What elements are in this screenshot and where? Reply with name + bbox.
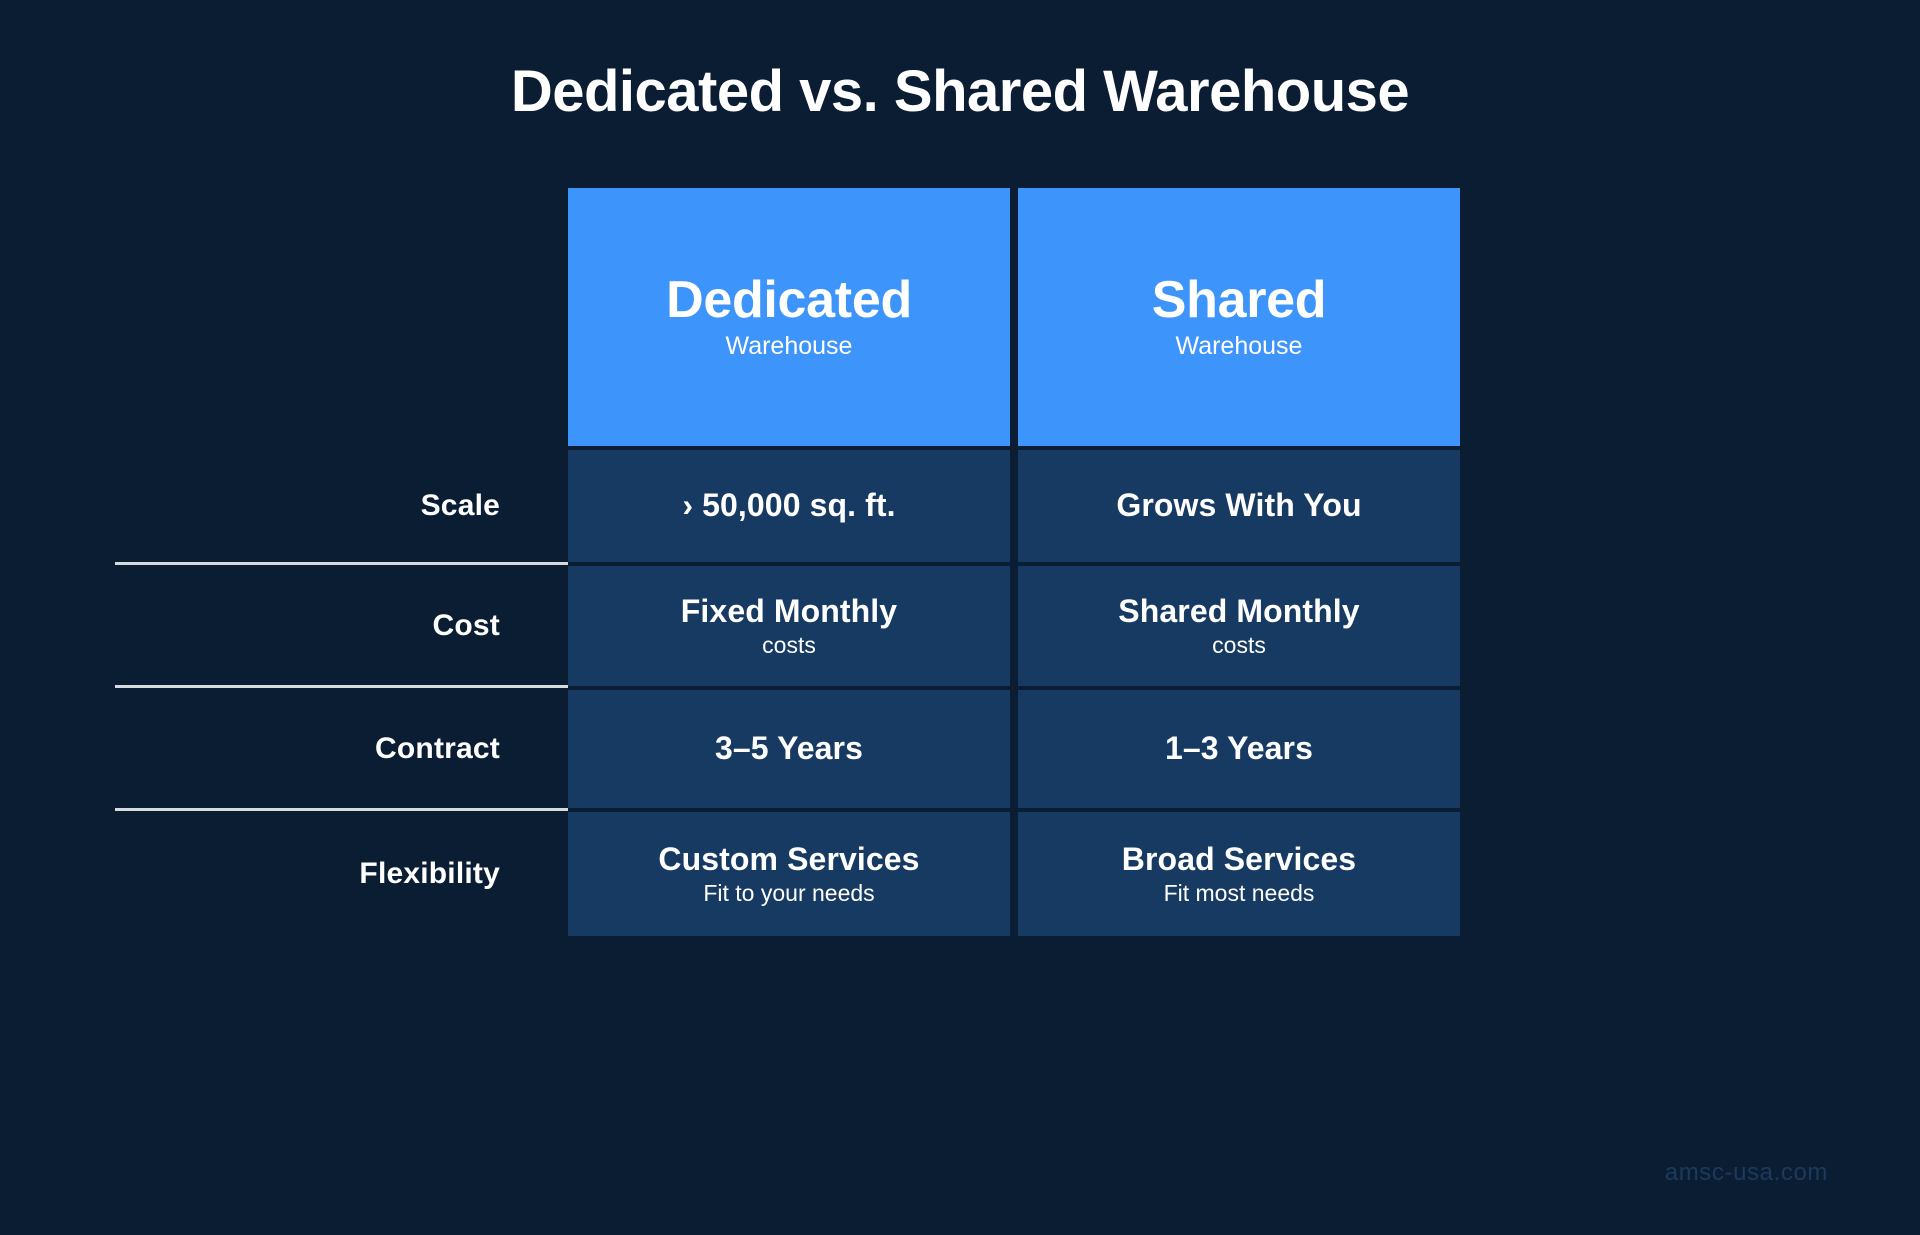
table-row: Cost Fixed Monthly costs Shared Monthly …	[115, 566, 1465, 686]
column-gap	[1010, 188, 1018, 446]
cell-sub-text: Fit most needs	[1163, 879, 1315, 906]
table-row: Contract 3–5 Years 1–3 Years	[115, 690, 1465, 808]
watermark: amsc-usa.com	[1664, 1159, 1828, 1186]
cell-main-text: Fixed Monthly	[680, 592, 898, 629]
row-label-flexibility: Flexibility	[359, 857, 500, 890]
cell-scale-shared: Grows With You	[1018, 450, 1460, 562]
cell-main-text: Custom Services	[658, 840, 920, 877]
column-header-subtitle: Warehouse	[725, 332, 853, 361]
cell-flexibility-shared: Broad Services Fit most needs	[1018, 812, 1460, 936]
column-header-title: Shared	[1151, 271, 1327, 330]
column-gap	[1010, 450, 1018, 562]
column-header-title: Dedicated	[666, 271, 912, 330]
row-label-scale: Scale	[420, 489, 500, 522]
column-header-subtitle: Warehouse	[1175, 332, 1303, 361]
table-header-row: Dedicated Warehouse Shared Warehouse	[115, 188, 1465, 446]
table-row: Scale › 50,000 sq. ft. Grows With You	[115, 450, 1465, 562]
cell-cost-shared: Shared Monthly costs	[1018, 566, 1460, 686]
infographic-canvas: Dedicated vs. Shared Warehouse Dedicated…	[0, 0, 1920, 1235]
cell-main-text: Broad Services	[1121, 840, 1357, 877]
row-label-cost: Cost	[432, 609, 500, 642]
cell-cost-dedicated: Fixed Monthly costs	[568, 566, 1010, 686]
row-divider	[115, 808, 568, 811]
comparison-table: Dedicated Warehouse Shared Warehouse Sca…	[115, 188, 1465, 1140]
cell-scale-dedicated: › 50,000 sq. ft.	[568, 450, 1010, 562]
row-label-contract: Contract	[375, 732, 500, 765]
cell-main-text: › 50,000 sq. ft.	[682, 487, 896, 524]
column-header-dedicated: Dedicated Warehouse	[568, 188, 1010, 446]
header-label-spacer	[115, 188, 568, 446]
cell-main-text: 3–5 Years	[714, 730, 864, 767]
cell-sub-text: costs	[762, 631, 816, 658]
column-gap	[1010, 812, 1018, 936]
cell-main-text: Grows With You	[1116, 487, 1362, 524]
cell-contract-shared: 1–3 Years	[1018, 690, 1460, 808]
cell-main-text: 1–3 Years	[1164, 730, 1314, 767]
row-divider	[115, 562, 568, 565]
row-divider	[115, 685, 568, 688]
column-header-shared: Shared Warehouse	[1018, 188, 1460, 446]
cell-sub-text: Fit to your needs	[703, 879, 875, 906]
column-gap	[1010, 690, 1018, 808]
cell-flexibility-dedicated: Custom Services Fit to your needs	[568, 812, 1010, 936]
cell-sub-text: costs	[1212, 631, 1266, 658]
table-row: Flexibility Custom Services Fit to your …	[115, 812, 1465, 936]
cell-main-text: Shared Monthly	[1118, 592, 1360, 629]
column-gap	[1010, 566, 1018, 686]
cell-contract-dedicated: 3–5 Years	[568, 690, 1010, 808]
page-title: Dedicated vs. Shared Warehouse	[510, 59, 1410, 124]
